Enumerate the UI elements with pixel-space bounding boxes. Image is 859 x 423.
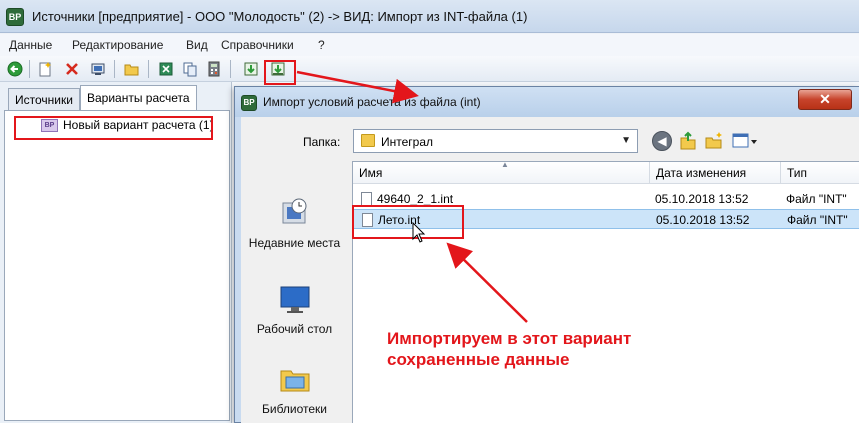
new-document-icon	[39, 62, 51, 77]
menu-data[interactable]: Данные	[9, 38, 52, 52]
chevron-down-icon: ▼	[621, 135, 631, 146]
desktop-icon	[280, 286, 309, 313]
calculator-icon	[208, 61, 220, 77]
tab-calculation-variants[interactable]: Варианты расчета	[80, 85, 197, 111]
place-libraries[interactable]: Библиотеки	[241, 363, 348, 416]
highlight-selected-file	[352, 205, 464, 239]
back-arrow-icon: ◀	[657, 134, 667, 148]
file-date: 05.10.2018 13:52	[656, 213, 750, 227]
place-recent[interactable]: Недавние места	[241, 197, 348, 250]
place-recent-label: Недавние места	[248, 236, 341, 250]
up-folder-icon	[680, 131, 696, 150]
delete-icon	[66, 63, 78, 75]
export-excel-icon	[159, 62, 173, 76]
dialog-app-icon: ВР	[241, 95, 257, 111]
highlight-import-button	[264, 60, 296, 85]
toolbar	[0, 56, 859, 82]
file-icon	[361, 192, 372, 206]
toolbar-separator	[230, 60, 231, 78]
open-button[interactable]	[122, 59, 142, 79]
sort-ascending-icon: ▲	[501, 162, 509, 169]
refresh-button[interactable]	[5, 59, 25, 79]
calculator-button[interactable]	[204, 59, 224, 79]
highlight-tree-item	[14, 116, 213, 140]
folder-icon	[361, 134, 375, 147]
dialog-body: Папка: Интеграл ▼ ◀ Недавние места Рабоч…	[241, 117, 859, 423]
place-desktop[interactable]: Рабочий стол	[241, 283, 348, 336]
open-folder-icon	[124, 64, 139, 76]
column-name-label: Имя	[359, 166, 383, 180]
menu-edit[interactable]: Редактирование	[72, 38, 163, 52]
view-menu-button[interactable]	[732, 131, 758, 151]
place-desktop-label: Рабочий стол	[256, 322, 333, 336]
toolbar-separator	[29, 60, 30, 78]
toolbar-separator	[114, 60, 115, 78]
file-type: Файл "INT"	[786, 192, 847, 206]
file-list: Имя ▲ Дата изменения Тип 49640_2_1.int 0…	[352, 161, 859, 423]
file-type: Файл "INT"	[787, 213, 848, 227]
column-header-date[interactable]: Дата изменения	[650, 162, 781, 184]
menu-help[interactable]: ?	[318, 38, 325, 52]
new-folder-button[interactable]	[704, 131, 724, 151]
file-name: 49640_2_1.int	[377, 192, 454, 206]
menu-bar: Данные Редактирование Вид Справочники ?	[0, 34, 859, 56]
menu-references[interactable]: Справочники	[221, 38, 294, 52]
main-titlebar: ВР Источники [предприятие] - ООО "Молодо…	[0, 0, 859, 33]
menu-view[interactable]: Вид	[186, 38, 208, 52]
back-button[interactable]: ◀	[652, 131, 672, 151]
dialog-close-button[interactable]: ✕	[798, 89, 852, 110]
dialog-titlebar: ВР Импорт условий расчета из файла (int)…	[235, 87, 859, 117]
folder-select[interactable]: Интеграл ▼	[353, 129, 638, 153]
copy-button[interactable]	[180, 59, 200, 79]
properties-button[interactable]	[88, 59, 108, 79]
view-menu-icon	[732, 133, 757, 148]
column-header-name[interactable]: Имя ▲	[353, 162, 650, 184]
folder-value: Интеграл	[381, 135, 434, 149]
column-header-type[interactable]: Тип	[781, 162, 859, 184]
copy-icon	[183, 62, 197, 77]
recent-places-icon	[282, 198, 306, 224]
new-folder-icon	[705, 132, 722, 149]
window-title: Источники [предприятие] - ООО "Молодость…	[32, 9, 528, 24]
app-icon: ВР	[6, 8, 24, 26]
toolbar-separator	[148, 60, 149, 78]
up-folder-button[interactable]	[678, 131, 698, 151]
delete-button[interactable]	[62, 59, 82, 79]
import-button[interactable]	[241, 59, 261, 79]
place-libraries-label: Библиотеки	[261, 402, 327, 416]
variants-tree: ВР Новый вариант расчета (1)	[4, 110, 230, 421]
back-arrow-icon	[7, 61, 23, 77]
places-bar: Недавние места Рабочий стол Библиотеки	[241, 157, 348, 423]
file-date: 05.10.2018 13:52	[655, 192, 749, 206]
new-button[interactable]	[35, 59, 55, 79]
import-icon	[244, 62, 258, 76]
properties-icon	[91, 63, 105, 75]
export-button[interactable]	[156, 59, 176, 79]
tab-sources[interactable]: Источники	[8, 88, 80, 110]
mouse-cursor-icon	[412, 222, 426, 243]
libraries-icon	[280, 370, 309, 392]
annotation-caption: Импортируем в этот вариант сохраненные д…	[387, 329, 632, 369]
import-dialog: ВР Импорт условий расчета из файла (int)…	[234, 86, 859, 423]
dialog-title: Импорт условий расчета из файла (int)	[263, 95, 481, 109]
folder-label: Папка:	[303, 135, 341, 149]
